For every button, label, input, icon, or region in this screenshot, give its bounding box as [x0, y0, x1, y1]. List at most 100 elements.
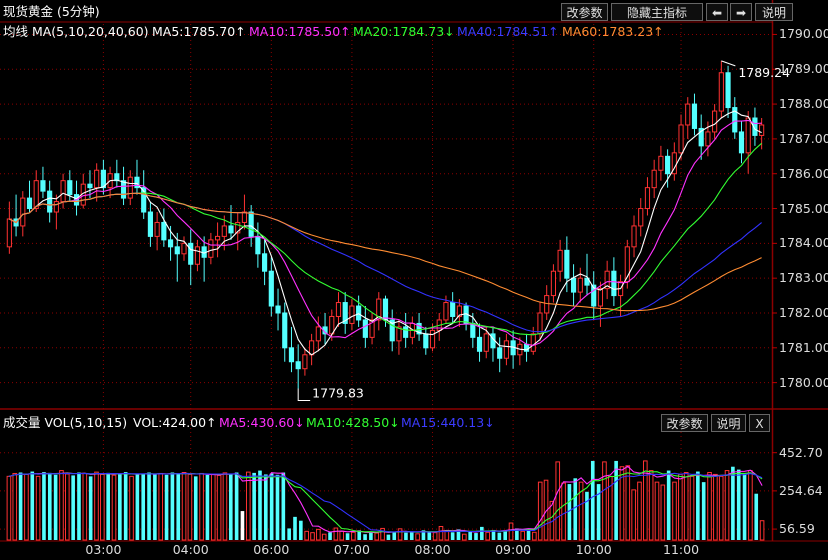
volume-bar-up: [678, 473, 683, 541]
params-button[interactable]: 改参数: [561, 3, 608, 21]
candle-body-down: [288, 347, 295, 363]
volume-bar-up: [245, 471, 251, 541]
volume-bar-down: [450, 532, 455, 540]
candle-body-up: [443, 302, 449, 321]
volume-tick-label: 56.59: [779, 521, 815, 537]
candle-body-up: [685, 103, 691, 126]
volume-bar-down: [480, 526, 484, 540]
time-tick-label: 11:00: [663, 542, 700, 557]
candle-body-up: [759, 124, 765, 136]
volume-bar-down: [269, 473, 274, 540]
help-button[interactable]: 说明: [755, 3, 793, 21]
volume-bar-down: [106, 472, 110, 540]
candle-body-up: [154, 221, 160, 237]
candle-body-up: [658, 155, 664, 171]
volume-bar-down: [77, 472, 81, 540]
candle-body-up: [309, 340, 315, 356]
volume-bar-up: [310, 532, 315, 541]
volume-bar-up: [683, 472, 689, 541]
candle-body-down: [47, 190, 53, 213]
vol-ma15-value: MA15:440.13↓: [401, 415, 495, 430]
volume-bar-down: [392, 531, 397, 540]
price-tick-label: 1787.00: [779, 130, 828, 146]
candle-body-down: [40, 180, 46, 192]
volume-bar-up: [158, 472, 164, 541]
volume-bar-up: [462, 533, 467, 541]
candle-body-down: [67, 180, 73, 196]
volume-bar-up: [631, 489, 636, 541]
candle-body-down: [188, 242, 194, 265]
volume-bar-down: [696, 471, 700, 540]
time-tick-label: 10:00: [575, 542, 612, 557]
ma5-value: MA5:1785.70↑: [152, 24, 246, 39]
price-tick-label: 1780.00: [779, 374, 828, 390]
volume-bar-down: [585, 491, 589, 540]
ma40-value: MA40:1784.51↑: [457, 24, 559, 39]
candle-body-up: [644, 187, 651, 210]
volume-bar-up: [438, 526, 444, 541]
candle-body-down: [570, 277, 577, 293]
scroll-left-button[interactable]: ⬅: [706, 3, 728, 21]
volume-bar-down: [258, 470, 262, 540]
volume-bar-up: [59, 470, 64, 541]
candle-body-down: [470, 322, 476, 338]
volume-bar-down: [573, 478, 578, 540]
volume-bar-up: [602, 461, 607, 541]
volume-bar-up: [24, 473, 29, 541]
volume-bar-up: [537, 481, 543, 541]
price-tick-label: 1786.00: [779, 165, 828, 181]
candle-body-down: [282, 312, 288, 349]
price-tick-label: 1790.00: [779, 26, 828, 42]
ma60-value: MA60:1783.23↑: [562, 24, 664, 39]
vol-ma10-value: MA10:428.50↓: [306, 415, 400, 430]
volume-bar-down: [252, 472, 256, 540]
candle-body-down: [691, 103, 698, 129]
volume-bar-up: [561, 482, 566, 541]
volume-tick-label: 452.70: [779, 444, 823, 460]
volume-bar-up: [35, 475, 41, 541]
candle-body-down: [120, 180, 127, 199]
volume-bar-up: [82, 472, 88, 541]
candle-body-up: [597, 288, 604, 307]
candle-body-down: [564, 249, 570, 279]
volume-bar-up: [321, 533, 327, 541]
volume-bar-down: [147, 472, 151, 540]
scroll-right-button[interactable]: ➡: [730, 3, 752, 21]
candle-body-up: [315, 326, 321, 342]
vol-help-button[interactable]: 说明: [711, 414, 746, 432]
candle-body-up: [557, 249, 563, 272]
vol-close-button[interactable]: X: [749, 414, 770, 432]
volume-bar-up: [339, 530, 345, 541]
volume-bar-down: [234, 472, 239, 540]
volume-bar-down: [363, 534, 367, 540]
candle-body-down: [611, 270, 617, 297]
volume-bar-up: [713, 473, 718, 541]
candle-body-down: [382, 298, 389, 321]
volume-bar-up: [181, 472, 187, 541]
volume-bar-down: [503, 531, 507, 540]
volume-bar-down: [614, 460, 618, 540]
candle-body-up: [241, 211, 248, 223]
hide-main-indicator-button[interactable]: 隐藏主指标: [611, 3, 703, 21]
volume-bar-up: [485, 531, 490, 541]
volume-bar-down: [474, 533, 478, 540]
volume-bar-up: [672, 481, 677, 541]
candle-body-up: [530, 333, 536, 352]
volume-bar-down: [299, 520, 303, 540]
candle-body-up: [33, 180, 39, 210]
volume-bar-up: [660, 484, 666, 541]
candle-body-down: [134, 176, 140, 189]
candle-body-down: [295, 361, 301, 370]
candle-body-down: [147, 211, 153, 237]
candle-body-up: [94, 169, 100, 189]
vol-legend-label: 成交量 VOL(5,10,15): [3, 415, 128, 430]
volume-bar-down: [590, 460, 595, 540]
vol-params-button[interactable]: 改参数: [661, 414, 708, 432]
volume-bar-up: [718, 475, 724, 541]
volume-bar-up: [64, 473, 70, 541]
volume-bar-down: [47, 472, 52, 540]
candle-body-down: [167, 239, 174, 248]
candle-body-down: [275, 305, 281, 314]
volume-bar-up: [432, 532, 438, 541]
time-tick-label: 04:00: [172, 542, 209, 557]
